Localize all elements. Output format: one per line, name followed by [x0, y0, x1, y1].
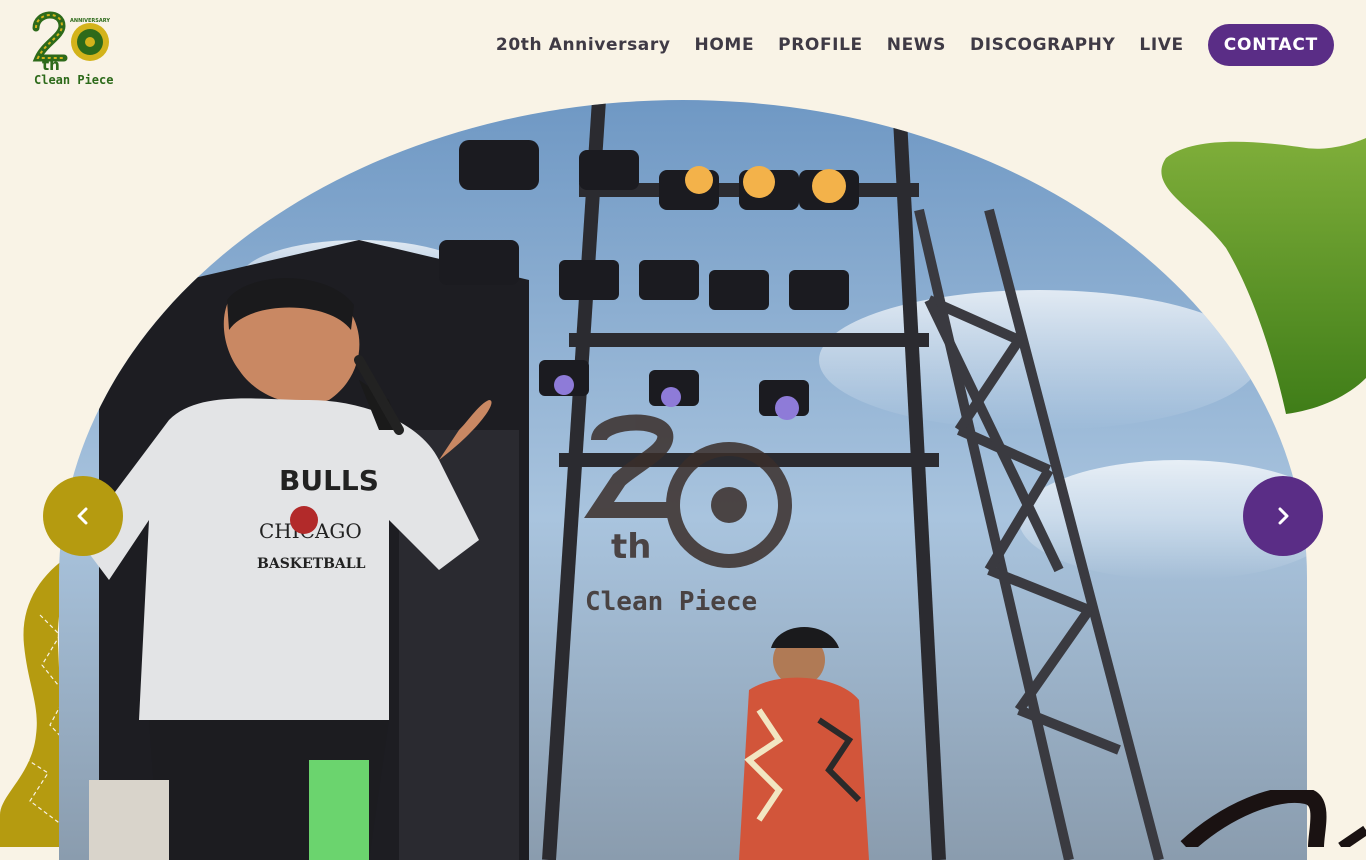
hero-logo-suffix: th — [611, 527, 651, 567]
nav-item-home[interactable]: HOME — [695, 35, 755, 55]
main-nav: 20th Anniversary HOME PROFILE NEWS DISCO… — [496, 24, 1334, 66]
nav-item-news[interactable]: NEWS — [887, 35, 946, 55]
chevron-left-icon — [77, 507, 88, 525]
nav-item-20th-anniversary[interactable]: 20th Anniversary — [496, 35, 671, 55]
hero-slide-image: th Clean Piece BULLS CHICAGO BASKETBALL — [59, 100, 1307, 860]
nav-item-discography[interactable]: DISCOGRAPHY — [970, 35, 1115, 55]
site-header: ANNIVERSARY th Clean Piece 20th Annivers… — [0, 0, 1366, 96]
brush-stroke-decor — [1166, 787, 1366, 853]
contact-button[interactable]: CONTACT — [1207, 24, 1334, 66]
shirt-text-top: BULLS — [279, 464, 379, 497]
logo-suffix: th — [42, 56, 60, 74]
nav-item-profile[interactable]: PROFILE — [778, 35, 863, 55]
slider-next-button[interactable] — [1243, 476, 1323, 556]
slider-prev-button[interactable] — [43, 476, 123, 556]
shirt-text-bottom: BASKETBALL — [257, 556, 366, 572]
logo-wordmark: Clean Piece — [34, 73, 113, 86]
nav-item-live[interactable]: LIVE — [1139, 35, 1183, 55]
logo-badge-text: ANNIVERSARY — [70, 18, 110, 24]
hero-logo-wordmark: Clean Piece — [585, 587, 757, 617]
chevron-right-icon — [1278, 507, 1289, 525]
site-logo[interactable]: ANNIVERSARY th Clean Piece — [30, 6, 114, 87]
